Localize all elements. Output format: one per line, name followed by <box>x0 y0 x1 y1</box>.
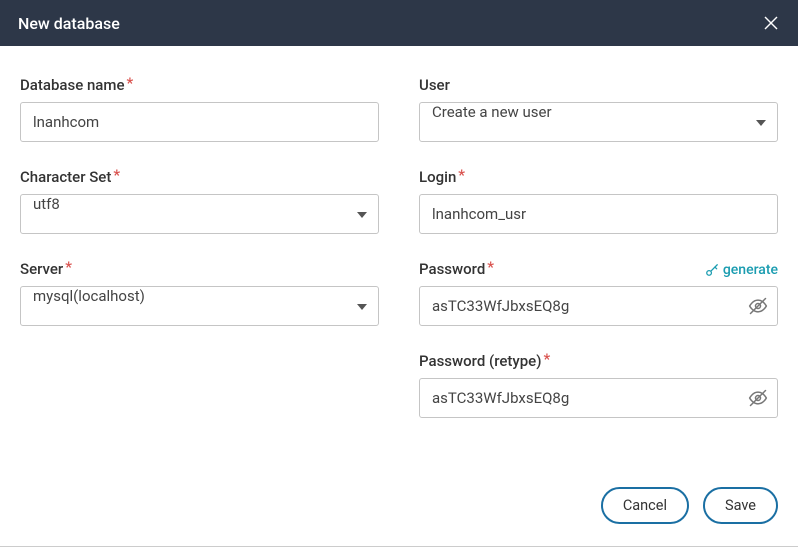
key-icon <box>705 263 719 277</box>
label-text: User <box>419 76 450 94</box>
left-column: Database name* Character Set* utf8 <box>20 76 379 461</box>
password-retype-input[interactable] <box>419 378 778 418</box>
login-input[interactable] <box>419 194 778 234</box>
modal-title: New database <box>18 14 120 33</box>
field-user: User Create a new user <box>419 76 778 142</box>
label-text: Password <box>419 260 485 278</box>
label-login: Login* <box>419 168 465 186</box>
character-set-select[interactable]: utf8 <box>20 194 379 234</box>
label-server: Server* <box>20 260 72 278</box>
eye-hidden-icon <box>748 388 768 408</box>
user-select[interactable]: Create a new user <box>419 102 778 142</box>
server-select[interactable]: mysql(localhost) <box>20 286 379 326</box>
label-password-retype: Password (retype)* <box>419 352 550 370</box>
label-text: Password (retype) <box>419 352 541 370</box>
required-marker: * <box>458 166 465 184</box>
modal-body: Database name* Character Set* utf8 <box>0 46 798 471</box>
label-user: User <box>419 76 450 94</box>
required-marker: * <box>65 258 72 276</box>
label-text: Login <box>419 168 456 186</box>
field-database-name: Database name* <box>20 76 379 142</box>
right-column: User Create a new user Login* <box>419 76 778 461</box>
label-database-name: Database name* <box>20 76 133 94</box>
field-login: Login* <box>419 168 778 234</box>
label-text: Server <box>20 260 63 278</box>
database-name-input[interactable] <box>20 102 379 142</box>
label-text: Character Set <box>20 168 111 186</box>
required-marker: * <box>543 350 550 368</box>
label-password: Password* <box>419 260 494 278</box>
field-server: Server* mysql(localhost) <box>20 260 379 326</box>
field-password: Password* generate <box>419 260 778 326</box>
required-marker: * <box>113 166 120 184</box>
label-text: Database name <box>20 76 125 94</box>
modal-footer: Cancel Save <box>0 471 798 546</box>
required-marker: * <box>127 74 134 92</box>
save-button[interactable]: Save <box>703 487 778 524</box>
close-icon <box>763 15 779 31</box>
field-password-retype: Password (retype)* <box>419 352 778 418</box>
label-character-set: Character Set* <box>20 168 120 186</box>
eye-hidden-icon <box>748 296 768 316</box>
modal-header: New database <box>0 0 798 46</box>
field-character-set: Character Set* utf8 <box>20 168 379 234</box>
new-database-modal: New database Database name* <box>0 0 798 547</box>
toggle-password-visibility[interactable] <box>748 296 768 316</box>
generate-password-link[interactable]: generate <box>705 262 778 278</box>
required-marker: * <box>487 258 494 276</box>
cancel-button[interactable]: Cancel <box>601 487 689 524</box>
toggle-password-retype-visibility[interactable] <box>748 388 768 408</box>
password-input[interactable] <box>419 286 778 326</box>
generate-text: generate <box>723 262 778 278</box>
close-button[interactable] <box>762 14 780 32</box>
